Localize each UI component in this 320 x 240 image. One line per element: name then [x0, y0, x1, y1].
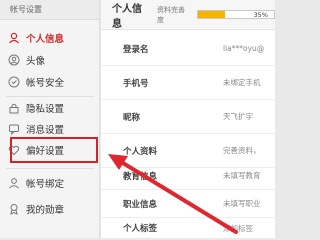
row-value: 天飞扩宇: [223, 112, 253, 121]
sidebar-item-my-medals[interactable]: 我的勋章: [8, 198, 94, 220]
row-label: 职业信息: [123, 199, 158, 210]
lock-icon: [8, 102, 20, 114]
row-label: 手机号: [123, 78, 149, 89]
progress-fill: [198, 11, 225, 18]
sidebar-item-label: 帐号绑定: [26, 179, 65, 190]
sidebar-item-label: 隐私设置: [26, 104, 65, 115]
info-row-login-name: 登录名 lia***oyu@: [101, 32, 275, 66]
info-row-nickname: 昵称 天飞扩宇: [101, 100, 275, 134]
sidebar-item-personal-info[interactable]: 个人信息: [8, 27, 94, 49]
row-label: 教育信息: [123, 171, 158, 182]
sidebar-item-label: 个人信息: [26, 34, 65, 45]
row-label: 登录名: [123, 44, 149, 55]
bind-icon: [8, 177, 20, 189]
medal-icon: [8, 203, 20, 215]
row-value[interactable]: 未填写职业: [223, 198, 261, 209]
sidebar-item-label: 帐号安全: [26, 78, 65, 89]
sidebar-item-account-security[interactable]: 帐号安全: [8, 71, 94, 93]
row-label: 昵称: [123, 112, 141, 123]
panel-header: 个人信息 资料完善度 35%: [101, 0, 275, 30]
row-value: lia***oyu@: [223, 44, 265, 53]
preferences-highlight-box: [10, 137, 98, 163]
row-value[interactable]: 添加标签: [223, 223, 253, 234]
row-label: 个人资料: [123, 146, 158, 157]
row-value[interactable]: 完善资料，: [223, 145, 261, 156]
sidebar-item-privacy[interactable]: 隐私设置: [8, 97, 94, 119]
avatar-icon: [8, 54, 20, 66]
sidebar-item-label: 我的勋章: [26, 205, 65, 216]
row-value[interactable]: 未绑定手机: [223, 77, 261, 88]
sidebar-divider: [6, 168, 94, 169]
sidebar-item-avatar[interactable]: 头像: [8, 49, 94, 71]
row-value[interactable]: 未填写教育: [223, 170, 261, 181]
sidebar-item-label: 头像: [26, 56, 46, 67]
row-label: 个人标签: [123, 224, 158, 234]
page-title: 个人信息: [112, 3, 142, 30]
sidebar-header: 帐号设置: [0, 0, 99, 20]
info-row-education: 教育信息 未填写教育: [101, 162, 275, 190]
profile-completion-bar: 35%: [197, 10, 275, 19]
shield-icon: [8, 76, 20, 88]
settings-sidebar: 帐号设置 个人信息 头像 帐号安全 隐私设置 消息设置 偏好设置 帐号绑定 我的…: [0, 0, 100, 238]
info-row-career: 职业信息 未填写职业: [101, 190, 275, 218]
info-row-tags: 个人标签 添加标签: [101, 218, 275, 238]
progress-label: 资料完善度: [156, 5, 185, 24]
sidebar-item-account-binding[interactable]: 帐号绑定: [8, 172, 94, 194]
sidebar-item-label: 消息设置: [26, 125, 65, 136]
message-icon: [8, 123, 20, 135]
info-row-phone: 手机号 未绑定手机: [101, 66, 275, 100]
user-info-icon: [8, 32, 20, 44]
progress-percent: 35%: [253, 11, 268, 19]
